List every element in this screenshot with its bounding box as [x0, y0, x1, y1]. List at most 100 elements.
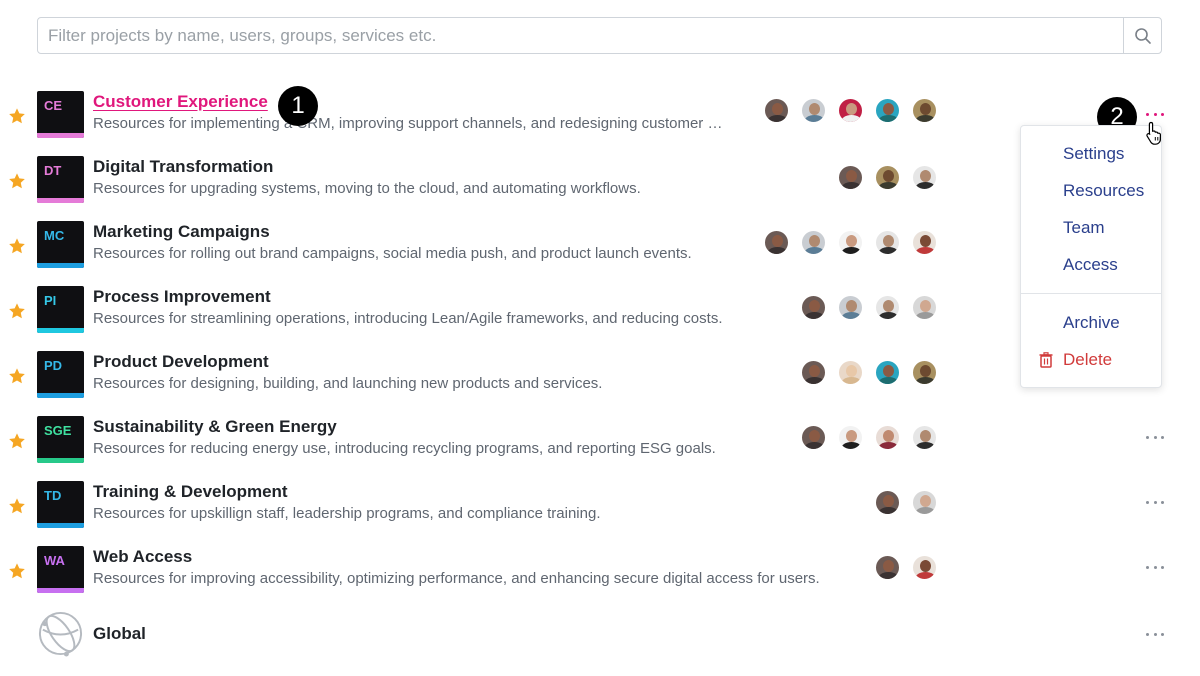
project-title[interactable]: Training & Development [93, 482, 288, 502]
project-title[interactable]: Product Development [93, 352, 269, 372]
badge-bar [37, 198, 84, 203]
avatar[interactable] [837, 359, 864, 386]
project-title[interactable]: Digital Transformation [93, 157, 273, 177]
project-code: WA [44, 553, 65, 568]
star-icon[interactable] [8, 172, 26, 190]
project-row[interactable]: TD Training & Development Resources for … [0, 481, 1200, 546]
project-badge: CE [37, 91, 84, 138]
project-title[interactable]: Process Improvement [93, 287, 271, 307]
avatar[interactable] [800, 424, 827, 451]
project-description: Resources for upskillign staff, leadersh… [93, 505, 601, 522]
project-description: Resources for streamlining operations, i… [93, 310, 723, 327]
avatar[interactable] [911, 229, 938, 256]
avatar[interactable] [874, 359, 901, 386]
project-code: PI [44, 293, 57, 308]
avatar[interactable] [911, 164, 938, 191]
star-icon[interactable] [8, 367, 26, 385]
avatar[interactable] [837, 424, 864, 451]
project-code: CE [44, 98, 63, 113]
star-icon[interactable] [8, 302, 26, 320]
avatar[interactable] [911, 424, 938, 451]
star-icon[interactable] [8, 237, 26, 255]
project-context-menu: Settings Resources Team Access Archive D… [1020, 125, 1162, 388]
avatar[interactable] [837, 294, 864, 321]
badge-bar [37, 393, 84, 398]
project-badge: PD [37, 351, 84, 398]
avatar[interactable] [874, 97, 901, 124]
project-row[interactable]: SGE Sustainability & Green Energy Resour… [0, 416, 1200, 481]
project-code: SGE [44, 423, 72, 438]
avatar[interactable] [800, 294, 827, 321]
project-row[interactable]: WA Web Access Resources for improving ac… [0, 546, 1200, 611]
star-icon[interactable] [8, 497, 26, 515]
project-description: Resources for upgrading systems, moving … [93, 180, 641, 197]
global-row[interactable]: Global [0, 610, 1200, 675]
avatar[interactable] [874, 489, 901, 516]
project-title[interactable]: Web Access [93, 547, 192, 567]
more-options-button[interactable] [1146, 107, 1164, 121]
menu-item-resources[interactable]: Resources [1063, 181, 1144, 201]
badge-bar [37, 263, 84, 268]
project-description: Resources for implementing a CRM, improv… [93, 115, 723, 132]
star-icon[interactable] [8, 562, 26, 580]
more-options-button[interactable] [1146, 495, 1164, 509]
avatar[interactable] [874, 424, 901, 451]
project-title[interactable]: Customer Experience [93, 92, 268, 112]
avatar[interactable] [874, 164, 901, 191]
badge-bar [37, 328, 84, 333]
badge-bar [37, 588, 84, 593]
more-options-button[interactable] [1146, 560, 1164, 574]
badge-bar [37, 523, 84, 528]
star-icon[interactable] [8, 107, 26, 125]
project-title[interactable]: Sustainability & Green Energy [93, 417, 337, 437]
project-code: DT [44, 163, 62, 178]
search-input[interactable] [38, 18, 1125, 53]
project-badge: TD [37, 481, 84, 528]
menu-item-archive[interactable]: Archive [1063, 313, 1120, 333]
project-description: Resources for improving accessibility, o… [93, 570, 820, 587]
project-badge: PI [37, 286, 84, 333]
badge-bar [37, 133, 84, 138]
avatar[interactable] [911, 489, 938, 516]
project-badge: SGE [37, 416, 84, 463]
avatar[interactable] [763, 229, 790, 256]
more-options-button[interactable] [1146, 430, 1164, 444]
avatar[interactable] [911, 554, 938, 581]
avatar[interactable] [800, 229, 827, 256]
avatar[interactable] [911, 294, 938, 321]
avatar[interactable] [911, 359, 938, 386]
star-icon[interactable] [8, 432, 26, 450]
avatar[interactable] [800, 97, 827, 124]
avatar[interactable] [874, 229, 901, 256]
global-title[interactable]: Global [93, 624, 146, 644]
project-badge: WA [37, 546, 84, 593]
project-badge: DT [37, 156, 84, 203]
badge-bar [37, 458, 84, 463]
project-code: PD [44, 358, 63, 373]
menu-item-team[interactable]: Team [1063, 218, 1105, 238]
trash-icon [1039, 352, 1053, 368]
avatar[interactable] [800, 359, 827, 386]
avatar[interactable] [911, 97, 938, 124]
project-description: Resources for reducing energy use, intro… [93, 440, 716, 457]
project-badge: MC [37, 221, 84, 268]
avatar[interactable] [837, 97, 864, 124]
search-button[interactable] [1123, 18, 1161, 53]
avatar[interactable] [837, 164, 864, 191]
project-description: Resources for designing, building, and l… [93, 375, 603, 392]
menu-item-access[interactable]: Access [1063, 255, 1118, 275]
avatar[interactable] [837, 229, 864, 256]
project-code: TD [44, 488, 62, 503]
avatar[interactable] [763, 97, 790, 124]
menu-item-settings[interactable]: Settings [1063, 144, 1124, 164]
project-title[interactable]: Marketing Campaigns [93, 222, 270, 242]
project-description: Resources for rolling out brand campaign… [93, 245, 692, 262]
step-marker-1: 1 [278, 86, 318, 126]
globe-icon [38, 611, 83, 657]
more-options-button[interactable] [1146, 627, 1164, 641]
hand-cursor-icon [1146, 121, 1161, 145]
avatar[interactable] [874, 554, 901, 581]
search-icon [1134, 27, 1151, 44]
menu-item-delete[interactable]: Delete [1063, 350, 1112, 370]
avatar[interactable] [874, 294, 901, 321]
